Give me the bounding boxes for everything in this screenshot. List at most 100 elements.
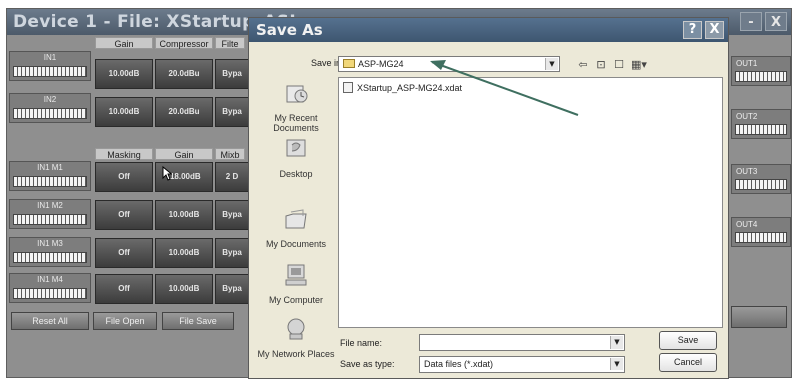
masking-button[interactable]: Off — [95, 200, 153, 230]
place-my-computer[interactable]: My Computer — [255, 262, 337, 305]
channel-in1-m2[interactable]: IN1 M2 — [9, 199, 91, 229]
channel-label: IN1 M4 — [37, 275, 63, 284]
save-as-dialog: Save As ? X Save in: ASP-MG24 ▼ ⇦ ⊡ ☐ ▦▾… — [248, 17, 729, 379]
channel-label: IN1 M1 — [37, 163, 63, 172]
save-in-value: ASP-MG24 — [358, 59, 404, 69]
filter-button[interactable]: Bypa — [215, 97, 249, 127]
level-meter — [735, 124, 787, 135]
my-computer-icon — [285, 264, 307, 286]
chevron-down-icon[interactable]: ▼ — [610, 336, 623, 349]
close-button[interactable]: X — [765, 12, 787, 31]
mix-button[interactable]: Bypa — [215, 274, 249, 304]
channel-label: IN1 — [43, 53, 57, 62]
place-label: My Computer — [268, 295, 323, 305]
up-folder-icon[interactable]: ⊡ — [593, 58, 609, 72]
folder-icon — [343, 59, 355, 68]
cancel-button[interactable]: Cancel — [659, 353, 717, 372]
mix-button[interactable]: Bypa — [215, 200, 249, 230]
output-out1[interactable]: OUT1 — [731, 56, 791, 86]
level-meter — [13, 66, 87, 77]
place-label: My Recent Documents — [273, 113, 319, 133]
output-out4[interactable]: OUT4 — [731, 217, 791, 247]
filter-button[interactable]: Bypa — [215, 59, 249, 89]
level-meter — [13, 214, 87, 225]
column-header-filter: Filte — [215, 37, 245, 49]
file-open-button[interactable]: File Open — [93, 312, 157, 330]
place-my-documents[interactable]: My Documents — [255, 206, 337, 249]
channel-in1-m1[interactable]: IN1 M1 — [9, 161, 91, 191]
level-meter — [13, 252, 87, 263]
chevron-down-icon[interactable]: ▼ — [610, 358, 623, 370]
save-as-type-combobox[interactable]: Data files (*.xdat) ▼ — [419, 356, 625, 373]
masking-button[interactable]: Off — [95, 238, 153, 268]
level-meter — [735, 232, 787, 243]
column-header-mix: Mixb — [215, 148, 245, 160]
minimize-button[interactable]: - — [740, 12, 762, 31]
column-header-masking: Masking — [95, 148, 153, 160]
output-out3[interactable]: OUT3 — [731, 164, 791, 194]
screenshot: Device 1 - File: XStartup_ASI - X Gain C… — [0, 0, 798, 390]
gain-button[interactable]: 10.00dB — [95, 59, 153, 89]
compressor-button[interactable]: 20.0dBu — [155, 59, 213, 89]
back-icon[interactable]: ⇦ — [575, 58, 591, 72]
view-menu-icon[interactable]: ▦▾ — [629, 58, 649, 72]
mix-gain-button[interactable]: 10.00dB — [155, 238, 213, 268]
masking-button[interactable]: Off — [95, 274, 153, 304]
place-desktop[interactable]: Desktop — [255, 136, 337, 179]
help-button[interactable]: ? — [683, 21, 702, 39]
channel-in1[interactable]: IN1 — [9, 51, 91, 81]
level-meter — [13, 288, 87, 299]
reset-all-button[interactable]: Reset All — [11, 312, 89, 330]
column-header-gain: Gain — [95, 37, 153, 49]
channel-in1-m3[interactable]: IN1 M3 — [9, 237, 91, 267]
output-label: OUT4 — [736, 220, 758, 229]
level-meter — [13, 176, 87, 187]
bottom-right-button[interactable] — [731, 306, 787, 328]
app-window-controls: - X — [740, 12, 787, 31]
channel-in1-m4[interactable]: IN1 M4 — [9, 273, 91, 303]
place-label: Desktop — [279, 169, 313, 179]
save-as-type-value: Data files (*.xdat) — [424, 359, 494, 369]
my-documents-icon — [285, 209, 307, 229]
mix-gain-button[interactable]: 10.00dB — [155, 274, 213, 304]
column-header-mix-gain: Gain — [155, 148, 213, 160]
file-name-label: File name: — [340, 338, 383, 348]
place-my-network-places[interactable]: My Network Places — [255, 316, 337, 359]
save-as-type-label: Save as type: — [340, 359, 395, 369]
output-label: OUT1 — [736, 59, 758, 68]
output-out2[interactable]: OUT2 — [731, 109, 791, 139]
save-in-combobox[interactable]: ASP-MG24 ▼ — [338, 56, 560, 72]
place-label: My Network Places — [257, 349, 335, 359]
place-recent-documents[interactable]: My Recent Documents — [255, 80, 337, 133]
column-header-compressor: Compressor — [155, 37, 213, 49]
output-label: OUT2 — [736, 112, 758, 121]
save-button[interactable]: Save — [659, 331, 717, 350]
gain-button[interactable]: 10.00dB — [95, 97, 153, 127]
file-icon — [343, 82, 353, 93]
level-meter — [13, 108, 87, 119]
file-list[interactable]: XStartup_ASP-MG24.xdat — [338, 77, 723, 328]
level-meter — [735, 179, 787, 190]
chevron-down-icon[interactable]: ▼ — [545, 58, 558, 70]
mix-gain-button[interactable]: 10.00dB — [155, 200, 213, 230]
file-item[interactable]: XStartup_ASP-MG24.xdat — [343, 82, 462, 93]
desktop-icon — [286, 139, 306, 157]
places-bar: My Recent Documents Desktop My Documents… — [255, 76, 337, 368]
file-name-field[interactable]: ▼ — [419, 334, 625, 351]
channel-in2[interactable]: IN2 — [9, 93, 91, 123]
file-save-button[interactable]: File Save — [162, 312, 234, 330]
level-meter — [735, 71, 787, 82]
dialog-title: Save As — [256, 21, 323, 39]
network-places-icon — [287, 318, 305, 340]
mix-button[interactable]: Bypa — [215, 238, 249, 268]
place-label: My Documents — [265, 239, 327, 249]
dialog-close-button[interactable]: X — [705, 21, 724, 39]
new-folder-icon[interactable]: ☐ — [611, 58, 627, 72]
compressor-button[interactable]: 20.0dBu — [155, 97, 213, 127]
channel-label: IN1 M2 — [37, 201, 63, 210]
mix-button[interactable]: 2 D — [215, 162, 249, 192]
masking-button[interactable]: Off — [95, 162, 153, 192]
output-label: OUT3 — [736, 167, 758, 176]
recent-documents-icon — [286, 85, 308, 103]
channel-label: IN2 — [43, 95, 57, 104]
